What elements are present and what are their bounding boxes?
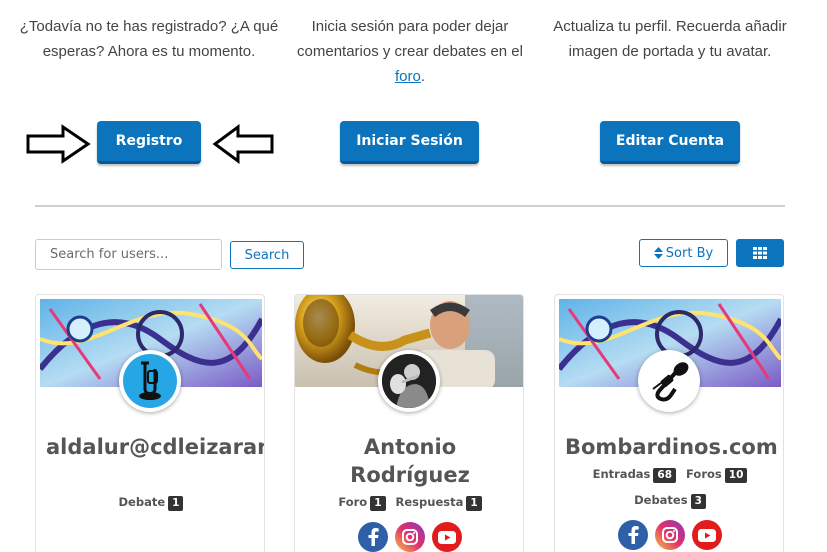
stat-label: Debates	[634, 493, 688, 507]
stat-count-badge: 1	[466, 496, 482, 511]
user-search-input[interactable]	[35, 239, 222, 270]
stat-item: Foros 10	[686, 467, 748, 483]
user-stats: Debate 1	[41, 495, 261, 511]
edit-account-button[interactable]: Editar Cuenta	[600, 121, 740, 164]
stat-item: Foro 1	[338, 495, 386, 511]
sort-by-button[interactable]: Sort By	[639, 239, 728, 267]
stat-count-badge: 1	[370, 496, 386, 511]
intro-login-text-after: .	[420, 68, 426, 85]
stat-label: Respuesta	[395, 495, 464, 509]
grid-view-button[interactable]	[736, 239, 784, 267]
user-card[interactable]: Bombardinos.com Entradas 68 Foros 10 Debat…	[554, 294, 784, 552]
user-stats: Entradas 68 Foros 10	[560, 467, 780, 483]
stat-item: Entradas 68	[592, 467, 677, 483]
intro-edit-text: Actualiza tu perfil. Recuerda añadir ima…	[553, 18, 787, 60]
stat-label: Entradas	[592, 467, 651, 481]
stat-item: Respuesta 1	[396, 495, 482, 511]
avatar[interactable]	[638, 350, 700, 412]
stat-count-badge: 1	[168, 496, 184, 511]
user-name[interactable]: aldalur@cdleizaran.com	[46, 433, 264, 461]
musician-photo-icon	[382, 354, 436, 408]
arrow-left-icon	[213, 124, 274, 164]
stat-item: Debate 1	[119, 495, 184, 511]
grid-icon	[753, 247, 767, 259]
stat-label: Debate	[118, 495, 166, 509]
stat-count-badge: 10	[724, 468, 748, 483]
youtube-icon[interactable]	[432, 522, 462, 552]
avatar[interactable]	[119, 350, 181, 412]
forum-link[interactable]: foro	[395, 68, 421, 85]
tuba-icon	[139, 361, 161, 400]
facebook-icon[interactable]	[358, 522, 388, 552]
arrow-right-icon	[26, 124, 91, 164]
facebook-icon[interactable]	[618, 520, 648, 550]
instagram-icon[interactable]	[395, 522, 425, 552]
sort-icon	[653, 247, 663, 259]
stat-label: Foros	[686, 467, 722, 481]
intro-login-text-before: Inicia sesión para poder dejar comentari…	[297, 18, 523, 60]
search-button[interactable]: Search	[230, 241, 304, 269]
intro-register-text: ¿Todavía no te has registrado? ¿A qué es…	[19, 18, 279, 60]
user-stats-row-2: Debates 3	[560, 493, 780, 509]
instagram-icon[interactable]	[655, 520, 685, 550]
user-card[interactable]: aldalur@cdleizaran.com Debate1	[35, 294, 265, 552]
register-button[interactable]: Registro	[97, 121, 201, 164]
youtube-icon[interactable]	[692, 520, 722, 550]
stat-count-badge: 68	[653, 468, 677, 483]
user-name[interactable]: Bombardinos.com	[565, 433, 778, 461]
user-name[interactable]: Antonio Rodríguez	[305, 433, 515, 489]
stat-item: Debates 3	[634, 493, 706, 509]
user-card[interactable]: Antonio Rodríguez Foro 1 Respuesta 1	[294, 294, 524, 552]
sort-by-label: Sort By	[665, 245, 714, 261]
section-divider	[35, 205, 785, 207]
euphonium-icon	[652, 362, 689, 402]
avatar[interactable]	[378, 350, 440, 412]
social-links	[295, 522, 523, 552]
social-links	[555, 520, 783, 550]
login-button[interactable]: Iniciar Sesión	[340, 121, 479, 164]
intro-login-text: Inicia sesión para poder dejar comentari…	[280, 14, 540, 89]
stat-count-badge: 3	[690, 494, 706, 509]
user-stats: Foro 1 Respuesta 1	[300, 495, 520, 511]
stat-label: Foro	[338, 495, 368, 509]
